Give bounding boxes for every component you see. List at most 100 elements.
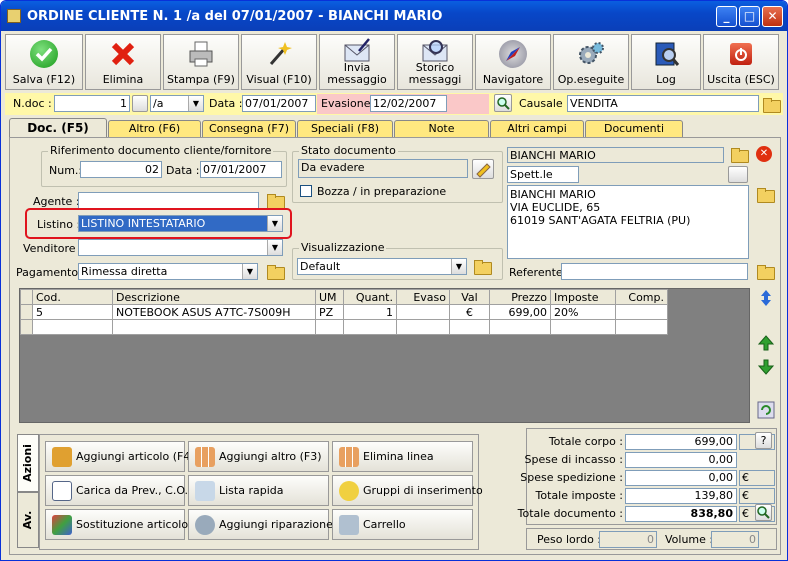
tab-doc[interactable]: Doc. (F5) xyxy=(9,118,107,139)
move-up-button[interactable] xyxy=(757,334,775,352)
delete-line-button[interactable]: Elimina linea xyxy=(332,441,473,472)
col-header[interactable]: Quant. xyxy=(343,289,397,305)
actions-panel: Azioni Av. Aggiungi articolo (F4) Aggiun… xyxy=(17,434,483,550)
col-header[interactable]: Descrizione xyxy=(112,289,316,305)
doc-number-field[interactable]: 1 xyxy=(54,95,130,112)
add-article-button[interactable]: Aggiungi articolo (F4) xyxy=(45,441,195,472)
total-row: Totale imposte :139,80 € xyxy=(527,488,778,505)
remove-client-icon[interactable]: ✕ xyxy=(756,146,772,162)
folder-icon[interactable] xyxy=(266,192,285,209)
doc-number-button[interactable] xyxy=(132,95,148,112)
totals-help-button[interactable]: ? xyxy=(755,432,772,449)
add-repair-button[interactable]: Aggiungi riparazione xyxy=(188,509,333,540)
chevron-down-icon[interactable]: ▼ xyxy=(267,240,282,255)
causale-field[interactable]: VENDITA xyxy=(567,95,759,112)
tab-note[interactable]: Note xyxy=(394,120,489,138)
folder-icon[interactable] xyxy=(730,146,749,163)
close-button[interactable]: ✕ xyxy=(762,6,783,27)
pagamento-combo[interactable]: Rimessa diretta ▼ xyxy=(78,263,258,280)
delete-button[interactable]: Elimina xyxy=(85,34,161,90)
chevron-down-icon[interactable]: ▼ xyxy=(242,264,257,279)
minimize-button[interactable]: _ xyxy=(716,6,737,27)
tab-altro[interactable]: Altro (F6) xyxy=(108,120,201,138)
send-message-button[interactable]: Invia messaggio xyxy=(319,34,395,90)
tab-av[interactable]: Av. xyxy=(17,492,39,548)
doc-series-combo[interactable]: /a ▼ xyxy=(150,95,204,112)
rif-date-field[interactable]: 07/01/2007 xyxy=(200,161,282,178)
zoom-button[interactable] xyxy=(494,94,512,112)
tab-azioni[interactable]: Azioni xyxy=(17,434,39,492)
folder-icon[interactable] xyxy=(762,96,781,113)
stato-field: Da evadere xyxy=(298,159,468,178)
sort-updown-button[interactable] xyxy=(757,289,775,307)
load-from-quote-button[interactable]: Carica da Prev., C.O. xyxy=(45,475,188,506)
exit-button[interactable]: Uscita (ESC) xyxy=(703,34,779,90)
col-header[interactable]: Prezzo xyxy=(489,289,551,305)
stato-button[interactable] xyxy=(472,159,494,179)
total-row: Spese spedizione :0,00 € xyxy=(520,470,778,487)
visual-button[interactable]: Visual (F10) xyxy=(241,34,317,90)
evasione-date-field[interactable]: 12/02/2007 xyxy=(370,95,447,112)
quick-list-button[interactable]: Lista rapida xyxy=(188,475,329,506)
check-icon xyxy=(30,40,58,68)
checklist-icon xyxy=(52,481,72,501)
col-header[interactable]: Val xyxy=(449,289,490,305)
volume-field: 0 xyxy=(711,531,759,548)
compass-icon xyxy=(499,40,527,68)
rif-number-field[interactable]: 02 xyxy=(80,161,162,178)
cart-icon xyxy=(339,515,359,535)
totals-zoom-button[interactable] xyxy=(755,504,772,521)
arrow-down-icon xyxy=(757,359,775,375)
client-address-field[interactable]: BIANCHI MARIO VIA EUCLIDE, 65 61019 SANT… xyxy=(507,185,749,259)
log-button[interactable]: Log xyxy=(631,34,701,90)
folder-icon[interactable] xyxy=(266,263,285,280)
gears-icon xyxy=(577,40,605,68)
col-header[interactable]: Imposte xyxy=(550,289,616,305)
print-button[interactable]: Stampa (F9) xyxy=(163,34,239,90)
save-button[interactable]: Salva (F12) xyxy=(5,34,83,90)
chevron-down-icon[interactable]: ▼ xyxy=(451,259,466,274)
tab-speciali[interactable]: Speciali (F8) xyxy=(297,120,393,138)
quick-list-icon xyxy=(195,481,215,501)
refresh-button[interactable] xyxy=(757,401,775,419)
visual-combo[interactable]: Default ▼ xyxy=(297,258,467,275)
cart-button[interactable]: Carrello xyxy=(332,509,473,540)
message-history-button[interactable]: Storico messaggi xyxy=(397,34,473,90)
person-button[interactable] xyxy=(728,166,748,183)
items-grid[interactable]: Cod. Descrizione UM Quant. Evaso Val Pre… xyxy=(19,288,750,423)
bozza-checkbox[interactable] xyxy=(300,185,312,197)
add-other-button[interactable]: Aggiungi altro (F3) xyxy=(188,441,329,472)
replace-article-button[interactable]: Sostituzione articolo xyxy=(45,509,188,540)
tab-altri-campi[interactable]: Altri campi xyxy=(490,120,584,138)
total-row: Totale corpo :699,00 xyxy=(527,434,778,451)
maximize-button[interactable]: □ xyxy=(739,6,760,27)
folder-icon[interactable] xyxy=(756,263,775,280)
table-row[interactable]: 5 NOTEBOOK ASUS A7TC-7S009H PZ 1 € 699,0… xyxy=(20,304,668,320)
doc-date-field[interactable]: 07/01/2007 xyxy=(242,95,316,112)
navigator-button[interactable]: Navigatore xyxy=(475,34,551,90)
col-header[interactable]: Cod. xyxy=(32,289,113,305)
tab-consegna[interactable]: Consegna (F7) xyxy=(202,120,296,138)
star-icon xyxy=(339,481,359,501)
operations-done-button[interactable]: Op.eseguite xyxy=(553,34,629,90)
client-name-field: BIANCHI MARIO xyxy=(507,147,724,163)
folder-icon[interactable] xyxy=(756,186,775,203)
insert-groups-button[interactable]: Gruppi di inserimento xyxy=(332,475,483,506)
venditore-combo[interactable]: ▼ xyxy=(78,239,283,256)
col-header[interactable]: Comp. xyxy=(615,289,668,305)
chevron-down-icon[interactable]: ▼ xyxy=(188,96,203,111)
tab-documenti[interactable]: Documenti xyxy=(585,120,683,138)
listino-highlight xyxy=(25,208,292,239)
table-row-empty[interactable] xyxy=(20,319,668,335)
magic-wand-icon xyxy=(265,40,293,68)
items-table: Cod. Descrizione UM Quant. Evaso Val Pre… xyxy=(20,289,668,335)
salutation-field[interactable]: Spett.le xyxy=(507,166,579,183)
col-header[interactable]: UM xyxy=(315,289,344,305)
agente-field[interactable] xyxy=(78,192,259,209)
col-header[interactable]: Evaso xyxy=(396,289,450,305)
move-down-button[interactable] xyxy=(757,358,775,376)
folder-icon[interactable] xyxy=(473,258,492,275)
title-bar: ORDINE CLIENTE N. 1 /a del 07/01/2007 - … xyxy=(1,1,787,31)
add-article-icon xyxy=(52,447,72,467)
referente-field[interactable] xyxy=(561,263,748,280)
